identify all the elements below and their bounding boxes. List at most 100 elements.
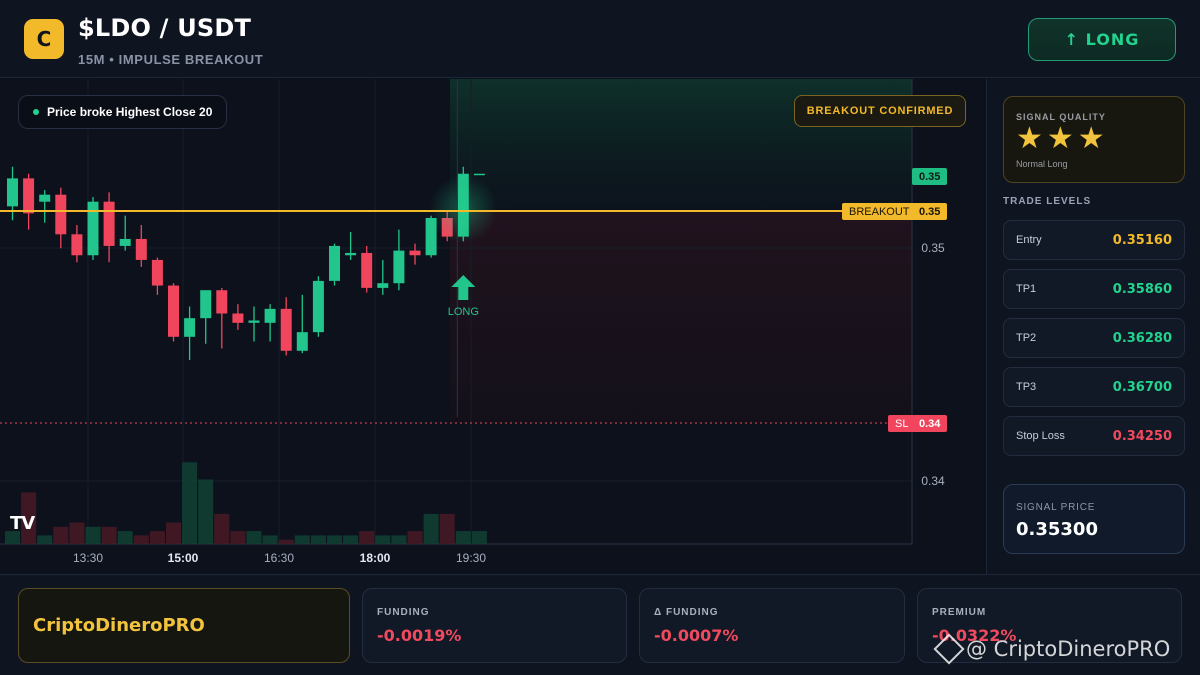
- volume-bar: [471, 531, 487, 544]
- volume-bar: [327, 535, 342, 544]
- level-value: 0.35860: [1112, 281, 1172, 297]
- volume-bar: [214, 513, 230, 544]
- candlestick-chart[interactable]: LONG 13:30 15:00 16:30 18:00 19:30 0.35 0.34: [0, 79, 985, 574]
- candle-body: [361, 252, 373, 288]
- brand-card: CriptoDineroPRO: [18, 588, 350, 663]
- level-entry[interactable]: Entry 0.35160: [1003, 220, 1185, 260]
- volume-bar: [423, 513, 439, 544]
- candle-body: [184, 318, 196, 337]
- level-value: 0.36700: [1112, 379, 1172, 395]
- candle-body: [103, 201, 115, 246]
- candle-body: [216, 290, 228, 314]
- volume-bar: [343, 535, 359, 544]
- breakout-confirmed-badge: BREAKOUT CONFIRMED: [794, 95, 966, 127]
- candle-body: [393, 250, 405, 284]
- level-name: TP3: [1016, 381, 1037, 393]
- price-chart[interactable]: LONG 13:30 15:00 16:30 18:00 19:30 0.35 0.34 …: [0, 79, 985, 574]
- candle-body: [329, 245, 340, 281]
- candle-body: [151, 259, 163, 286]
- candle-body: [296, 332, 308, 351]
- level-name: Stop Loss: [1016, 430, 1065, 442]
- metric-delta-funding: Δ FUNDING -0.0007%: [639, 588, 905, 663]
- level-tp2[interactable]: TP2 0.36280: [1003, 318, 1185, 358]
- volume-bar: [294, 535, 310, 544]
- long-marker-label: LONG: [448, 306, 479, 318]
- watermark-text: @ CriptoDineroPRO: [966, 637, 1171, 661]
- volume-bar: [101, 526, 117, 544]
- price-tick-label: 0.35: [921, 241, 945, 255]
- level-tp1[interactable]: TP1 0.35860: [1003, 269, 1185, 309]
- signal-price-card: SIGNAL PRICE 0.35300: [1003, 484, 1185, 554]
- volume-bar: [278, 539, 294, 544]
- candle-body: [280, 308, 292, 351]
- candle-body: [473, 173, 485, 176]
- metric-value: -0.0019%: [377, 626, 462, 645]
- volume-bar: [117, 531, 133, 544]
- time-tick-label: 16:30: [264, 551, 294, 565]
- metric-value: -0.0007%: [654, 626, 739, 645]
- candle-body: [200, 290, 212, 319]
- volume-bar: [439, 513, 455, 544]
- signal-price-label: SIGNAL PRICE: [1016, 502, 1096, 513]
- signal-quality-subtitle: Normal Long: [1016, 159, 1068, 169]
- candle-body: [377, 283, 389, 288]
- level-name: Entry: [1016, 234, 1042, 246]
- signal-quality-card: SIGNAL QUALITY ★★★ Normal Long: [1003, 96, 1185, 183]
- candle-body: [409, 250, 421, 256]
- signal-panel: SIGNAL QUALITY ★★★ Normal Long TRADE LEV…: [986, 79, 1200, 574]
- volume-bar: [230, 531, 246, 544]
- condition-text: Price broke Highest Close 20: [47, 105, 213, 119]
- volume-bar: [37, 535, 53, 544]
- binance-logo-icon: [933, 633, 965, 665]
- metric-label: Δ FUNDING: [654, 607, 719, 618]
- candle-body: [264, 308, 276, 323]
- watermark: @ CriptoDineroPRO: [933, 633, 1171, 665]
- metric-label: FUNDING: [377, 607, 430, 618]
- coin-logo: C: [24, 19, 64, 59]
- volume-bar: [359, 531, 375, 544]
- tradingview-logo-icon: TV: [10, 513, 35, 534]
- candle-body: [135, 238, 147, 260]
- trade-levels-title: TRADE LEVELS: [1003, 196, 1092, 207]
- volume-bar: [407, 531, 423, 544]
- volume-bar: [198, 479, 214, 544]
- level-tp3[interactable]: TP3 0.36700: [1003, 367, 1185, 407]
- time-tick-label: 15:00: [168, 551, 199, 565]
- footer: CriptoDineroPRO FUNDING -0.0019% Δ FUNDI…: [0, 574, 1200, 675]
- candle-body: [71, 234, 83, 256]
- star-rating-icon: ★★★: [1016, 121, 1109, 156]
- level-name: TP2: [1016, 332, 1037, 344]
- page-title: $LDO / USDT: [78, 14, 252, 42]
- metric-label: PREMIUM: [932, 607, 987, 618]
- volume-bar: [85, 526, 101, 544]
- breakout-line-label: BREAKOUT: [842, 203, 917, 220]
- candle-body: [7, 178, 18, 207]
- candle-body: [232, 313, 244, 323]
- level-value: 0.36280: [1112, 330, 1172, 346]
- volume-bar: [391, 535, 407, 544]
- volume-bar: [69, 522, 85, 544]
- time-tick-label: 18:00: [360, 551, 391, 565]
- condition-chip: Price broke Highest Close 20: [18, 95, 228, 129]
- volume-bar: [310, 535, 326, 544]
- level-value: 0.35160: [1112, 232, 1172, 248]
- volume-bar: [246, 531, 262, 544]
- volume-bar: [133, 535, 149, 544]
- volume-bar: [166, 522, 181, 544]
- candle-body: [345, 252, 357, 256]
- timeframe-subtitle: 15M • IMPULSE BREAKOUT: [78, 52, 264, 67]
- long-signal-button[interactable]: ↑ LONG: [1028, 18, 1176, 61]
- candle-body: [23, 178, 35, 214]
- volume-bar: [375, 535, 391, 544]
- volume-bar: [182, 462, 198, 544]
- candle-body: [55, 194, 67, 235]
- volume-bar: [149, 531, 165, 544]
- breakout-glow: [429, 175, 498, 243]
- volume-bar: [455, 531, 471, 544]
- logo-letter: C: [36, 27, 52, 51]
- time-tick-label: 13:30: [73, 551, 103, 565]
- volume-bar: [53, 526, 69, 544]
- breakout-line-value: 0.35: [912, 203, 948, 220]
- level-stop-loss[interactable]: Stop Loss 0.34250: [1003, 416, 1185, 456]
- volume-bar: [262, 535, 278, 544]
